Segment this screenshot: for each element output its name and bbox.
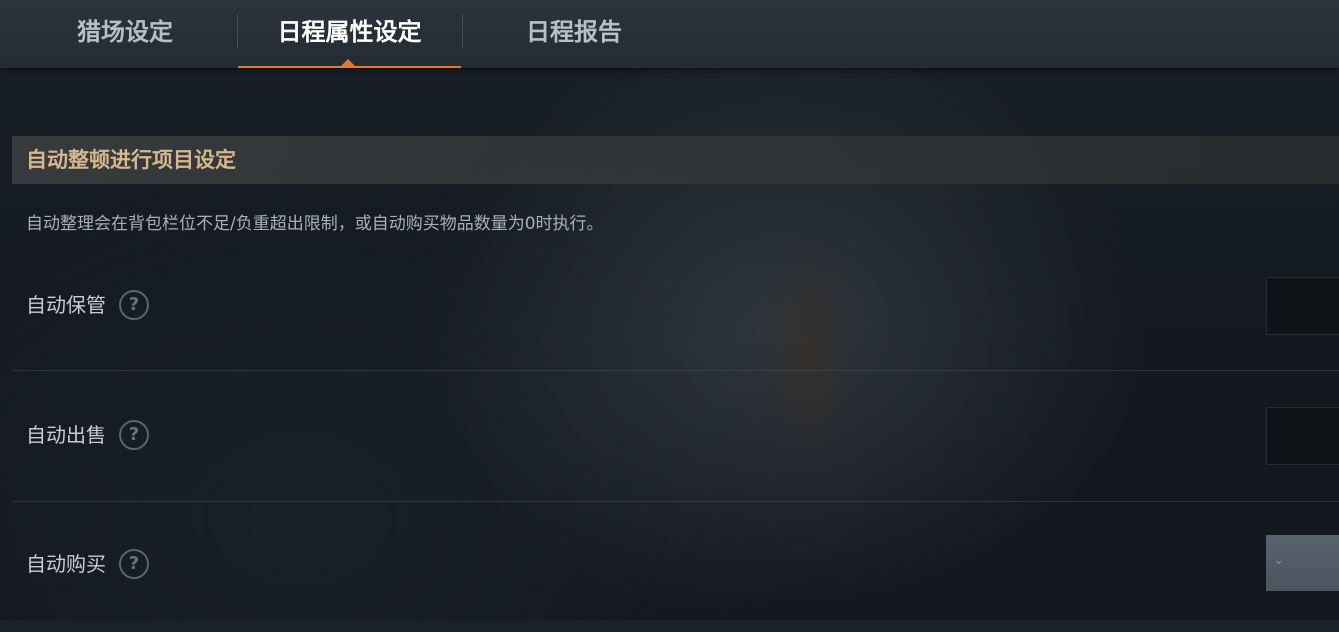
setting-row-auto-sell: 自动出售 ? — [12, 371, 1339, 502]
active-tab-indicator — [238, 66, 461, 68]
auto-buy-dropdown[interactable]: ⌄ — [1266, 535, 1339, 591]
question-circle-icon[interactable]: ? — [119, 549, 149, 579]
tab-hunting-ground-settings[interactable]: 猎场设定 — [14, 0, 236, 68]
setting-label: 自动出售 — [26, 423, 106, 447]
auto-storage-toggle[interactable] — [1266, 277, 1339, 335]
section-title: 自动整顿进行项目设定 — [26, 148, 236, 172]
setting-row-auto-storage: 自动保管 ? — [12, 240, 1339, 371]
question-circle-icon[interactable]: ? — [119, 420, 149, 450]
active-tab-caret-icon — [341, 58, 355, 66]
setting-label: 自动购买 — [26, 552, 106, 576]
auto-sell-toggle[interactable] — [1266, 407, 1339, 465]
section-description: 自动整理会在背包栏位不足/负重超出限制，或自动购买物品数量为0时执行。 — [26, 214, 604, 234]
setting-label: 自动保管 — [26, 293, 106, 317]
setting-row-auto-buy: 自动购买 ? ⌄ — [12, 502, 1339, 632]
section-header: 自动整顿进行项目设定 — [12, 136, 1339, 184]
tab-bar: 猎场设定 日程属性设定 日程报告 — [0, 0, 1339, 68]
tab-schedule-report[interactable]: 日程报告 — [463, 0, 685, 68]
chevron-down-icon: ⌄ — [1273, 552, 1285, 568]
question-circle-icon[interactable]: ? — [119, 290, 149, 320]
